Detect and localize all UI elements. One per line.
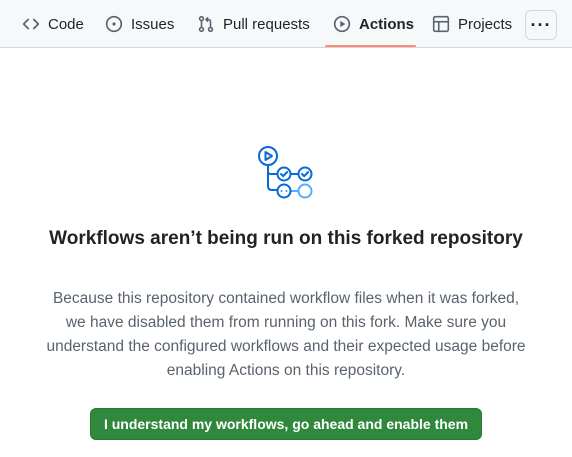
play-icon — [333, 15, 351, 33]
git-pull-request-icon — [197, 15, 215, 33]
tab-projects-label: Projects — [458, 15, 513, 33]
tab-pull-requests[interactable]: Pull requests — [197, 0, 310, 48]
kebab-horizontal-icon: ··· — [530, 14, 552, 35]
actions-page: Code Issues Pull requests Actions Projec… — [0, 0, 572, 457]
tab-pull-requests-label: Pull requests — [223, 15, 310, 33]
table-icon — [432, 15, 450, 33]
blankslate-description: Because this repository contained workfl… — [46, 290, 526, 379]
tab-code-label: Code — [48, 15, 84, 33]
enable-workflows-button[interactable]: I understand my workflows, go ahead and … — [90, 408, 482, 440]
tab-code[interactable]: Code — [22, 0, 84, 48]
tab-actions-label: Actions — [359, 15, 415, 33]
tab-actions[interactable]: Actions — [333, 0, 414, 48]
tab-projects[interactable]: Projects — [432, 0, 512, 48]
tab-issues-label: Issues — [131, 15, 175, 33]
workflow-illustration — [252, 140, 318, 206]
active-tab-indicator — [325, 45, 416, 47]
more-tabs-button[interactable]: ··· — [525, 10, 557, 40]
issue-opened-icon — [105, 15, 123, 33]
code-icon — [22, 15, 40, 33]
enable-workflows-button-label: I understand my workflows, go ahead and … — [103, 416, 469, 432]
tab-issues[interactable]: Issues — [105, 0, 174, 48]
blankslate-title: Workflows aren’t being run on this forke… — [49, 228, 523, 249]
repo-tab-nav: Code Issues Pull requests Actions Projec… — [0, 0, 572, 48]
